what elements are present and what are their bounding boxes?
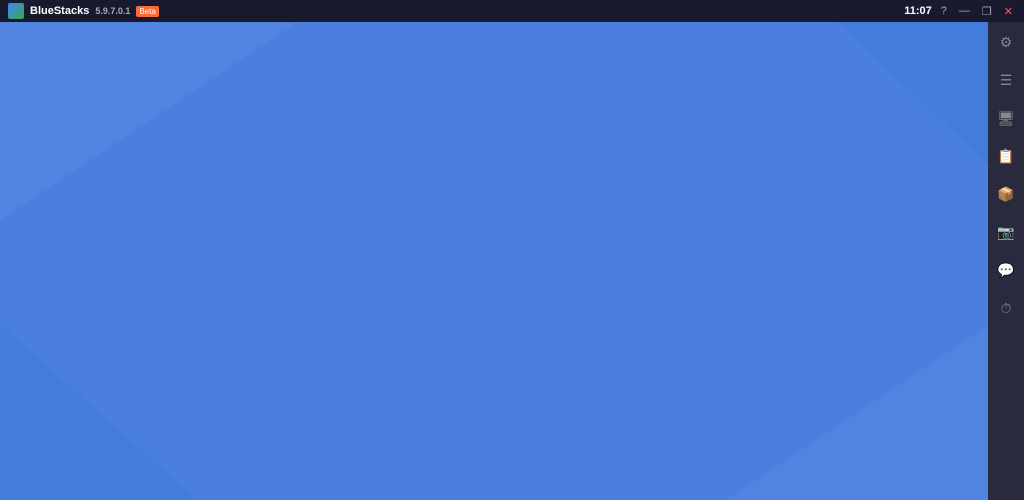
minimize-button[interactable]: — xyxy=(956,5,973,17)
signin-card: Google Sign in with your Google Account.… xyxy=(207,71,787,451)
sidebar-icon-clock[interactable]: ⏱ xyxy=(994,296,1018,320)
app-version: 5.9.7.0.1 xyxy=(95,6,130,16)
bluestacks-logo-icon xyxy=(8,3,24,19)
app-name: BlueStacks xyxy=(30,5,89,17)
restore-button[interactable]: ❐ xyxy=(979,5,995,18)
main-area: Google Sign in with your Google Account.… xyxy=(0,22,1024,500)
help-button[interactable]: ? xyxy=(938,5,950,17)
next-button[interactable]: Next xyxy=(651,355,747,392)
content-area: Google Sign in with your Google Account.… xyxy=(0,22,1024,500)
titlebar-left: BlueStacks 5.9.7.0.1 Beta xyxy=(8,3,159,19)
signin-title: Sign in xyxy=(457,160,537,191)
titlebar: BlueStacks 5.9.7.0.1 Beta 11:07 ? — ❐ ✕ xyxy=(0,0,1024,22)
sidebar-icon-menu[interactable]: ☰ xyxy=(994,68,1018,92)
titlebar-right: 11:07 ? — ❐ ✕ xyxy=(904,5,1016,18)
sidebar-icon-layers[interactable]: 📋 xyxy=(994,144,1018,168)
signin-subtitle: with your Google Account. Learn more xyxy=(367,199,626,216)
create-account-link[interactable]: Create account xyxy=(247,366,342,382)
svg-text:Google: Google xyxy=(460,112,535,139)
sidebar-icon-package[interactable]: 📦 xyxy=(994,182,1018,206)
google-logo: Google xyxy=(460,111,535,144)
sidebar-icon-settings[interactable]: ⚙ xyxy=(994,30,1018,54)
system-time: 11:07 xyxy=(904,5,932,17)
sidebar-icon-camera[interactable]: 📷 xyxy=(994,220,1018,244)
forgot-email-link[interactable]: Forgot email? xyxy=(247,309,333,325)
app-badge: Beta xyxy=(136,6,158,17)
sidebar-icon-chat[interactable]: 💬 xyxy=(994,258,1018,282)
signin-subtitle-text: with your Google Account. xyxy=(367,199,541,216)
sidebar-icon-monitor[interactable]: 🖥 xyxy=(994,106,1018,130)
card-actions: Create account Next xyxy=(247,355,747,392)
right-sidebar: ⚙ ☰ 🖥 📋 📦 📷 💬 ⏱ xyxy=(988,22,1024,500)
close-button[interactable]: ✕ xyxy=(1001,5,1016,18)
email-input[interactable] xyxy=(247,244,747,291)
learn-more-link[interactable]: Learn more xyxy=(550,199,627,216)
